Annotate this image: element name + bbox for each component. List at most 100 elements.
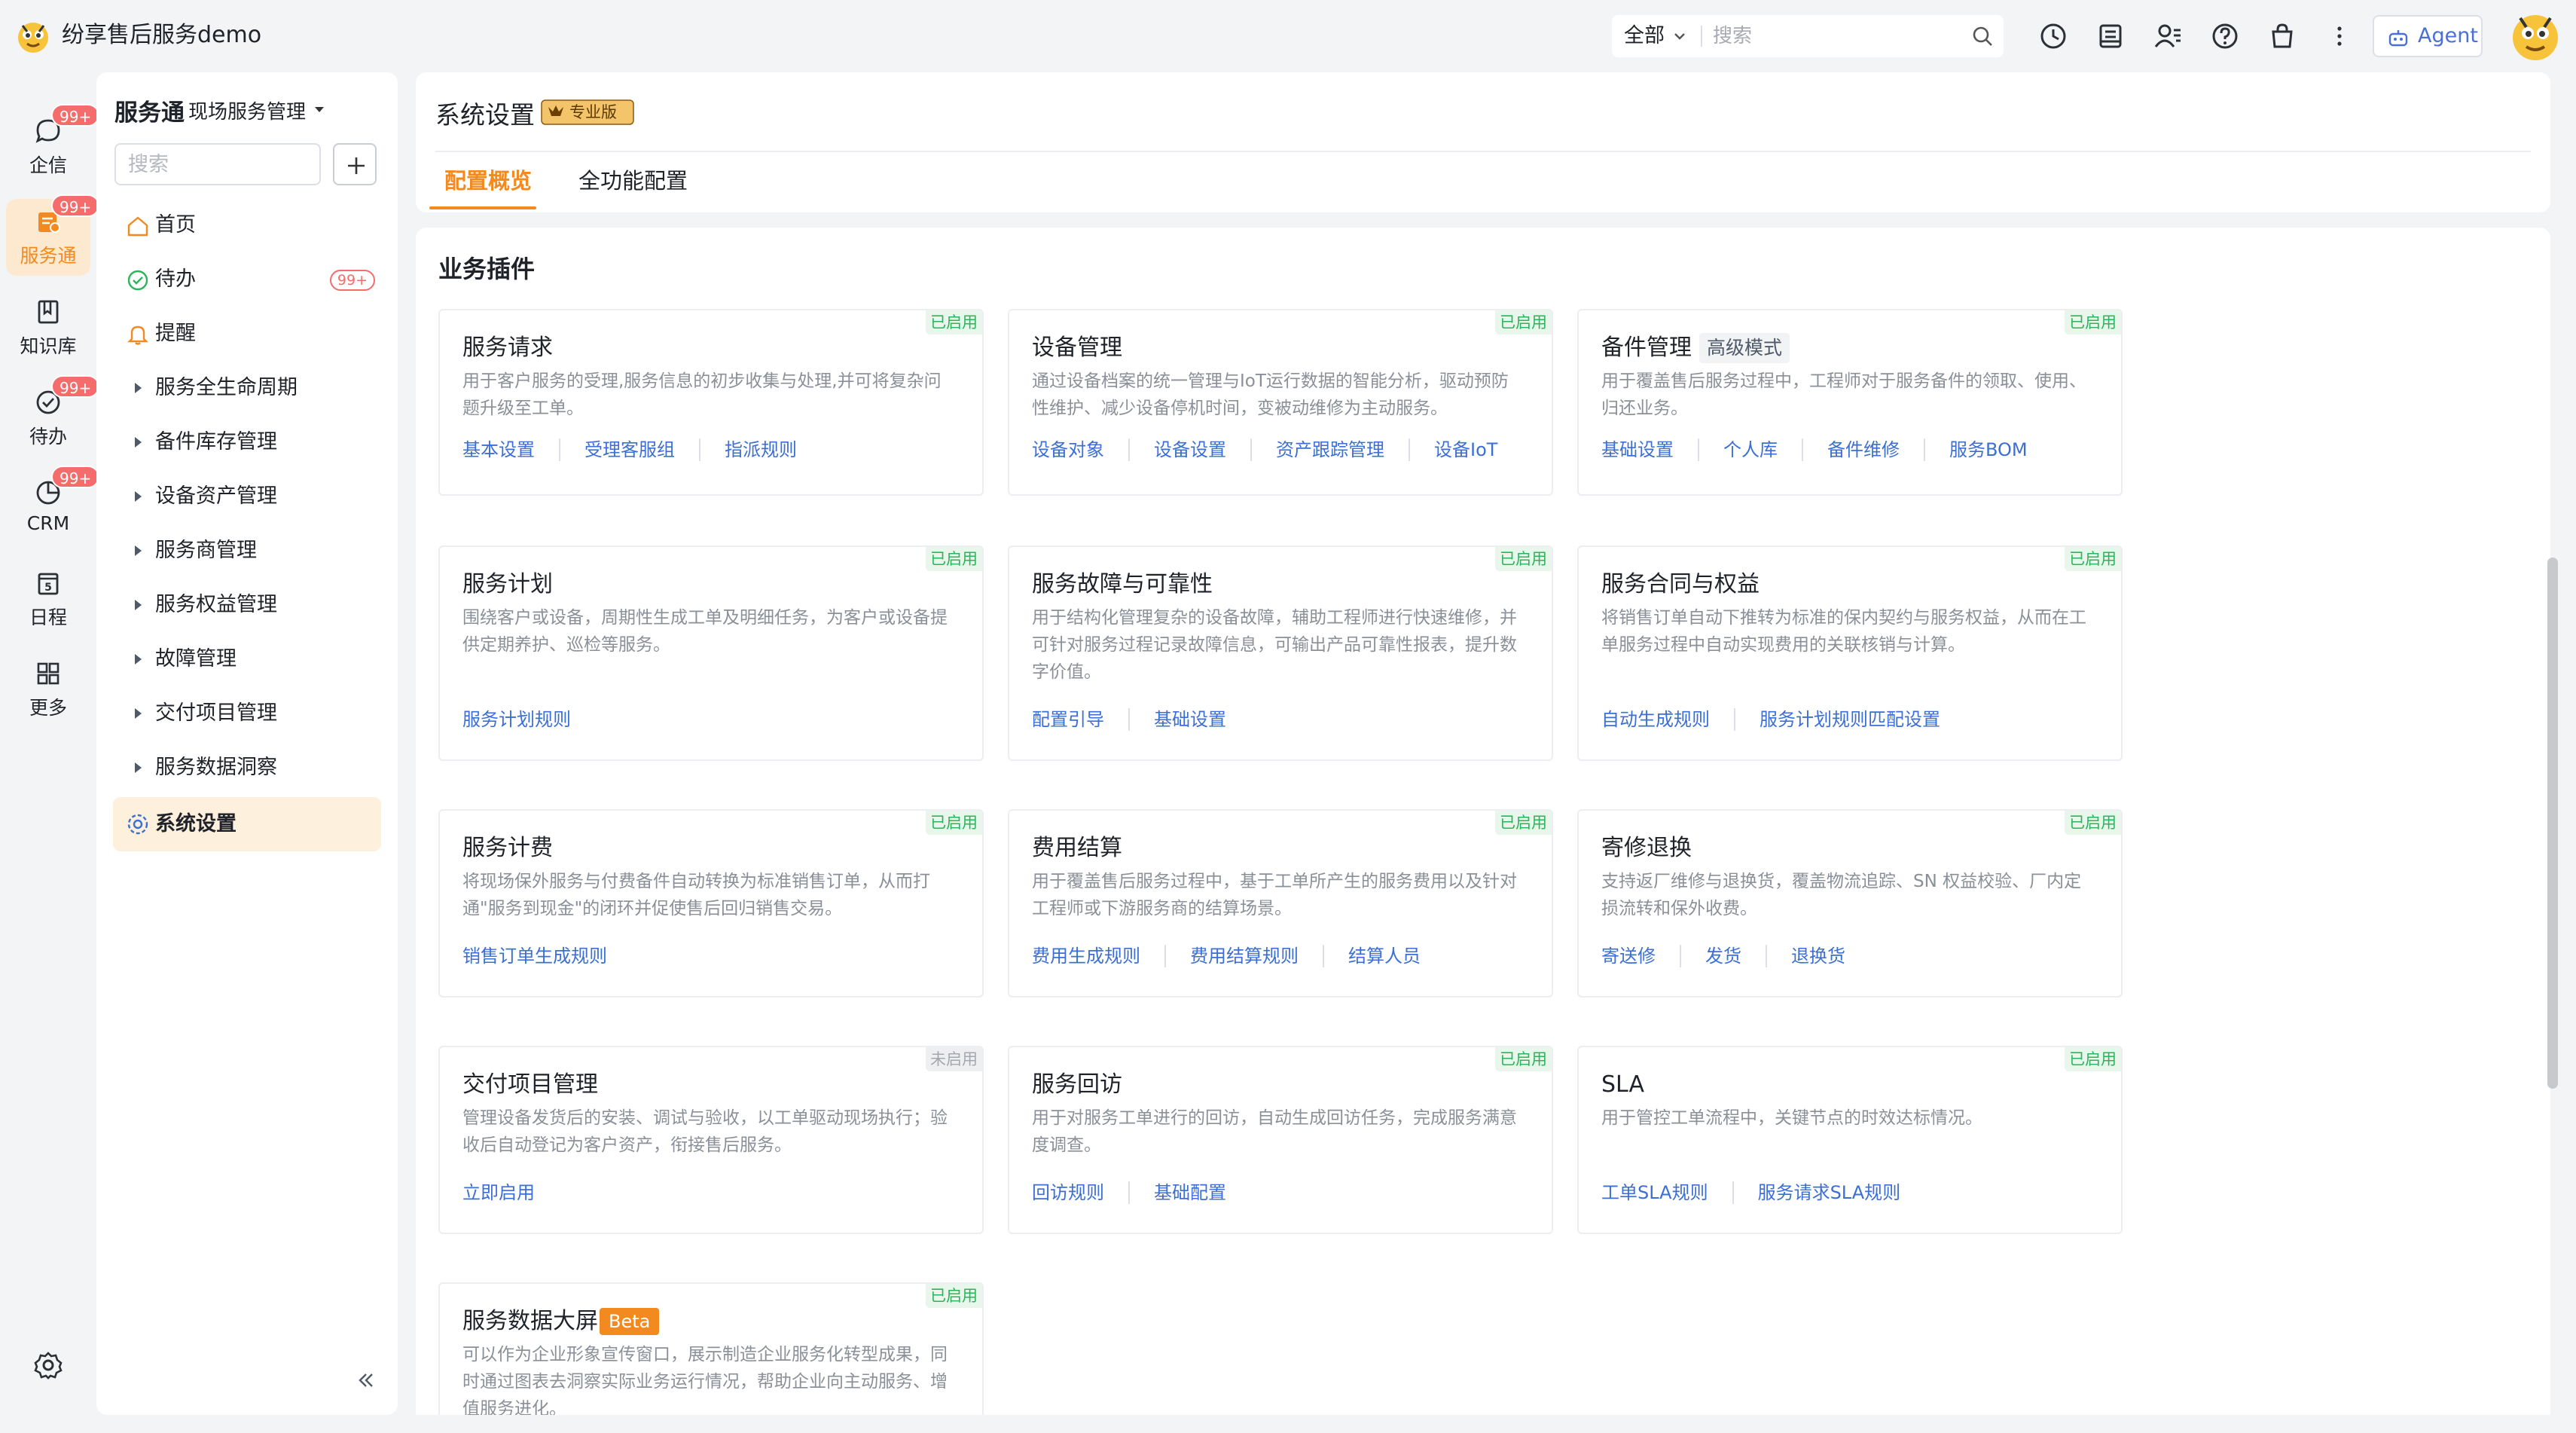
rail-item-chat[interactable]: 99+ 企信 <box>0 104 100 178</box>
link-auto-generate-rules[interactable]: 自动生成规则 <box>1601 707 1710 732</box>
link-enable-now[interactable]: 立即启用 <box>462 1180 535 1205</box>
sidebar-item-assets[interactable]: 设备资产管理 <box>113 472 381 521</box>
link-personal-stock[interactable]: 个人库 <box>1723 437 1778 463</box>
help-icon[interactable] <box>2210 21 2240 51</box>
tab-all-config[interactable]: 全功能配置 <box>578 166 688 196</box>
top-bar: 纷享售后服务demo 全部 Agent <box>0 0 2576 72</box>
plus-icon <box>348 157 365 174</box>
link-parts-repair[interactable]: 备件维修 <box>1827 437 1900 463</box>
link-sales-order-rules[interactable]: 销售订单生成规则 <box>462 943 607 969</box>
status-badge: 已启用 <box>926 1284 982 1308</box>
contacts-icon[interactable] <box>2153 21 2183 51</box>
caret-down-icon[interactable] <box>313 105 325 115</box>
home-icon <box>127 216 148 237</box>
link-device-iot[interactable]: 设备IoT <box>1434 437 1497 463</box>
link-work-order-sla-rules[interactable]: 工单SLA规则 <box>1601 1180 1708 1205</box>
expand-arrow-icon <box>135 383 142 393</box>
status-badge: 未启用 <box>926 1047 982 1071</box>
document-icon[interactable] <box>2095 21 2126 51</box>
link-service-request-sla-rules[interactable]: 服务请求SLA规则 <box>1758 1180 1901 1205</box>
shop-icon[interactable] <box>2267 21 2297 51</box>
active-tab-indicator <box>429 206 536 209</box>
link-shipping[interactable]: 发货 <box>1705 943 1741 969</box>
link-basic-settings[interactable]: 基础设置 <box>1154 707 1226 732</box>
search-scope-select[interactable]: 全部 <box>1624 15 1665 57</box>
plugin-card-device-management: 已启用 设备管理 通过设备档案的统一管理与IoT运行数据的智能分析，驱动预防性维… <box>1008 309 1553 496</box>
more-icon[interactable] <box>2324 21 2355 51</box>
plugin-card-service-request: 已启用 服务请求 用于客户服务的受理,服务信息的初步收集与处理,并可将复杂问题升… <box>438 309 984 496</box>
link-service-plan-rules[interactable]: 服务计划规则 <box>462 707 571 732</box>
link-send-repair[interactable]: 寄送修 <box>1601 943 1656 969</box>
global-search-input[interactable] <box>1713 21 1954 51</box>
sidebar-item-label: 服务数据洞察 <box>155 756 277 779</box>
history-icon[interactable] <box>2038 21 2068 51</box>
card-description: 支持返厂维修与退换货，覆盖物流追踪、SN 权益校验、厂内定损流转和保外收费。 <box>1601 872 2082 918</box>
sidebar: 服务通 现场服务管理 首页 待办 99+ 提醒 服务全生命周期 备件库存管理 设… <box>96 72 398 1415</box>
plugin-card-expense-settlement: 已启用 费用结算 用于覆盖售后服务过程中，基于工单所产生的服务费用以及针对工程师… <box>1008 809 1553 998</box>
link-basic-settings[interactable]: 基本设置 <box>462 437 535 463</box>
sidebar-item-faults[interactable]: 故障管理 <box>113 634 381 684</box>
sidebar-item-todo[interactable]: 待办 99+ <box>113 255 381 304</box>
chevron-down-icon[interactable] <box>1672 30 1687 42</box>
sidebar-item-entitlements[interactable]: 服务权益管理 <box>113 580 381 630</box>
agent-button[interactable]: Agent <box>2373 15 2483 57</box>
rail-label: 企信 <box>29 154 67 176</box>
rail-item-todo[interactable]: 99+ 待办 <box>0 375 100 449</box>
sidebar-item-providers[interactable]: 服务商管理 <box>113 526 381 576</box>
rail-item-calendar[interactable]: 5 日程 <box>0 570 96 630</box>
sidebar-subtitle[interactable]: 现场服务管理 <box>188 96 306 124</box>
gear-icon[interactable] <box>33 1350 63 1380</box>
card-links: 工单SLA规则 服务请求SLA规则 <box>1601 1180 1900 1205</box>
sidebar-item-settings[interactable]: 系统设置 <box>113 797 381 851</box>
page-title: 系统设置 <box>435 100 535 130</box>
link-reception-group[interactable]: 受理客服组 <box>584 437 675 463</box>
rail-item-knowledge[interactable]: 知识库 <box>0 298 96 359</box>
agent-label: Agent <box>2418 24 2478 47</box>
link-expense-settlement-rules[interactable]: 费用结算规则 <box>1190 943 1299 969</box>
sidebar-item-label: 交付项目管理 <box>155 701 277 725</box>
link-device-settings[interactable]: 设备设置 <box>1154 437 1226 463</box>
collapse-sidebar-icon[interactable] <box>356 1370 377 1391</box>
todo-badge: 99+ <box>329 270 375 291</box>
link-revisit-rules[interactable]: 回访规则 <box>1032 1180 1104 1205</box>
section-title: 业务插件 <box>438 255 536 283</box>
card-description: 管理设备发货后的安装、调试与验收，以工单驱动现场执行；验收后自动登记为客户资产，… <box>462 1108 948 1155</box>
card-description: 用于客户服务的受理,服务信息的初步收集与处理,并可将复杂问题升级至工单。 <box>462 371 942 418</box>
sidebar-item-spare-parts[interactable]: 备件库存管理 <box>113 417 381 467</box>
card-description: 通过设备档案的统一管理与IoT运行数据的智能分析，驱动预防性维护、减少设备停机时… <box>1032 371 1509 418</box>
rail-label: 日程 <box>29 607 67 628</box>
search-icon[interactable] <box>1972 26 1993 47</box>
link-config-guide[interactable]: 配置引导 <box>1032 707 1104 732</box>
main-scrollbar[interactable] <box>2547 558 2558 1089</box>
link-basic-settings[interactable]: 基础设置 <box>1601 437 1674 463</box>
link-basic-config[interactable]: 基础配置 <box>1154 1180 1226 1205</box>
rail-item-crm[interactable]: 99+ CRM <box>0 466 100 539</box>
sidebar-item-reminder[interactable]: 提醒 <box>113 309 381 359</box>
rail-item-more[interactable]: 更多 <box>0 660 96 720</box>
link-plan-rule-matching[interactable]: 服务计划规则匹配设置 <box>1760 707 1940 732</box>
add-button[interactable] <box>333 143 377 185</box>
tab-overview[interactable]: 配置概览 <box>444 166 532 196</box>
sidebar-item-insights[interactable]: 服务数据洞察 <box>113 743 381 793</box>
sidebar-item-lifecycle[interactable]: 服务全生命周期 <box>113 363 381 413</box>
sidebar-search-input[interactable] <box>114 143 321 185</box>
link-return-exchange[interactable]: 退换货 <box>1791 943 1845 969</box>
sidebar-item-label: 提醒 <box>155 322 196 345</box>
rail-badge: 99+ <box>51 466 100 488</box>
status-badge: 已启用 <box>926 811 982 835</box>
link-expense-generation-rules[interactable]: 费用生成规则 <box>1032 943 1140 969</box>
sidebar-item-home[interactable]: 首页 <box>113 200 381 250</box>
link-settlement-staff[interactable]: 结算人员 <box>1348 943 1421 969</box>
avatar[interactable] <box>2507 8 2564 65</box>
rail-item-service[interactable]: 99+ 服务通 <box>0 194 100 268</box>
link-dispatch-rules[interactable]: 指派规则 <box>725 437 797 463</box>
rail-badge: 99+ <box>51 104 100 127</box>
link-asset-tracking[interactable]: 资产跟踪管理 <box>1276 437 1384 463</box>
settings-header: 系统设置 专业版 配置概览 全功能配置 <box>416 72 2550 212</box>
link-device-object[interactable]: 设备对象 <box>1032 437 1104 463</box>
card-description: 用于管控工单流程中，关键节点的时效达标情况。 <box>1601 1108 1982 1128</box>
status-badge: 已启用 <box>1495 310 1552 335</box>
sidebar-item-delivery[interactable]: 交付项目管理 <box>113 689 381 738</box>
bell-icon <box>127 325 148 345</box>
link-service-bom[interactable]: 服务BOM <box>1949 437 2028 463</box>
